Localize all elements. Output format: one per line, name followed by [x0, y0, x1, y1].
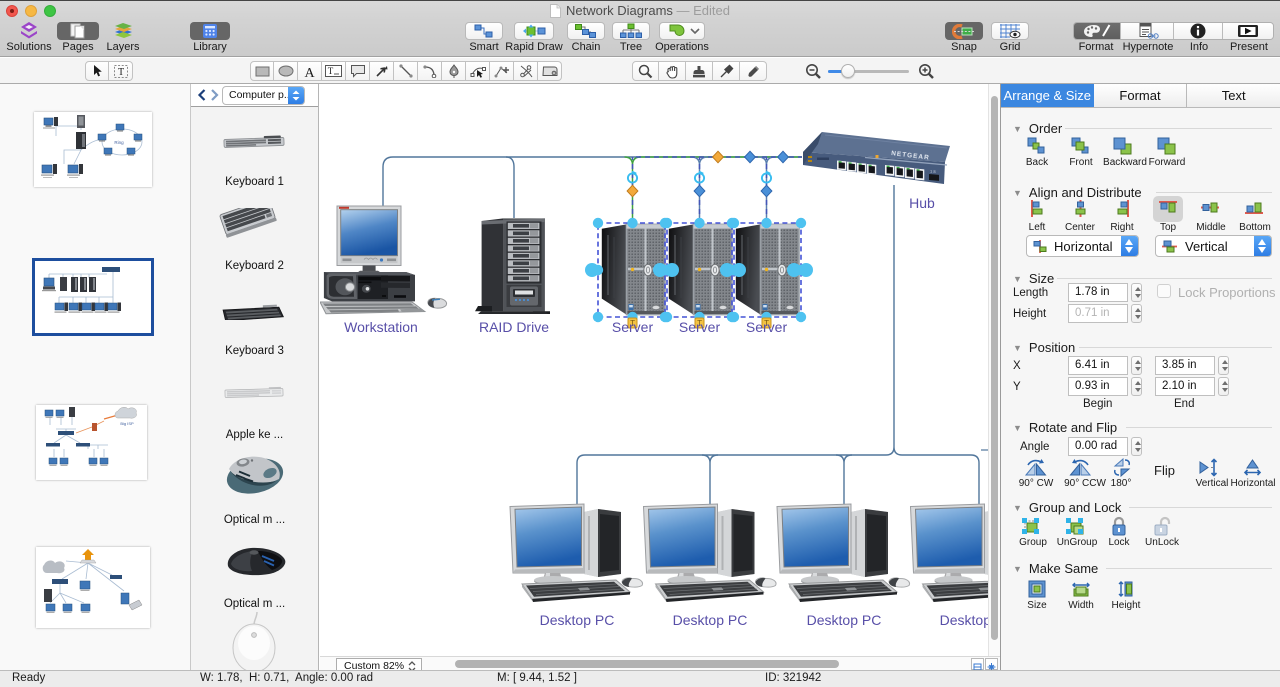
- svg-text:Desktop PC: Desktop PC: [940, 612, 988, 628]
- svg-text:Ring: Ring: [114, 140, 124, 145]
- svg-text:Desktop PC: Desktop PC: [673, 612, 748, 628]
- svg-text:Desktop PC: Desktop PC: [807, 612, 882, 628]
- svg-text:Server: Server: [746, 319, 788, 335]
- svg-text:Server: Server: [679, 319, 721, 335]
- svg-text:Big ISP: Big ISP: [120, 421, 134, 426]
- svg-text:T: T: [117, 67, 123, 78]
- svg-text:Desktop PC: Desktop PC: [540, 612, 615, 628]
- svg-text:RAID Drive: RAID Drive: [479, 319, 549, 335]
- svg-text:A: A: [304, 66, 315, 78]
- svg-text:Server: Server: [612, 319, 654, 335]
- svg-text:Hub: Hub: [909, 195, 935, 211]
- svg-text:T: T: [328, 66, 334, 76]
- svg-text:Workstation: Workstation: [344, 319, 418, 335]
- svg-text:1 8: 1 8: [930, 169, 936, 175]
